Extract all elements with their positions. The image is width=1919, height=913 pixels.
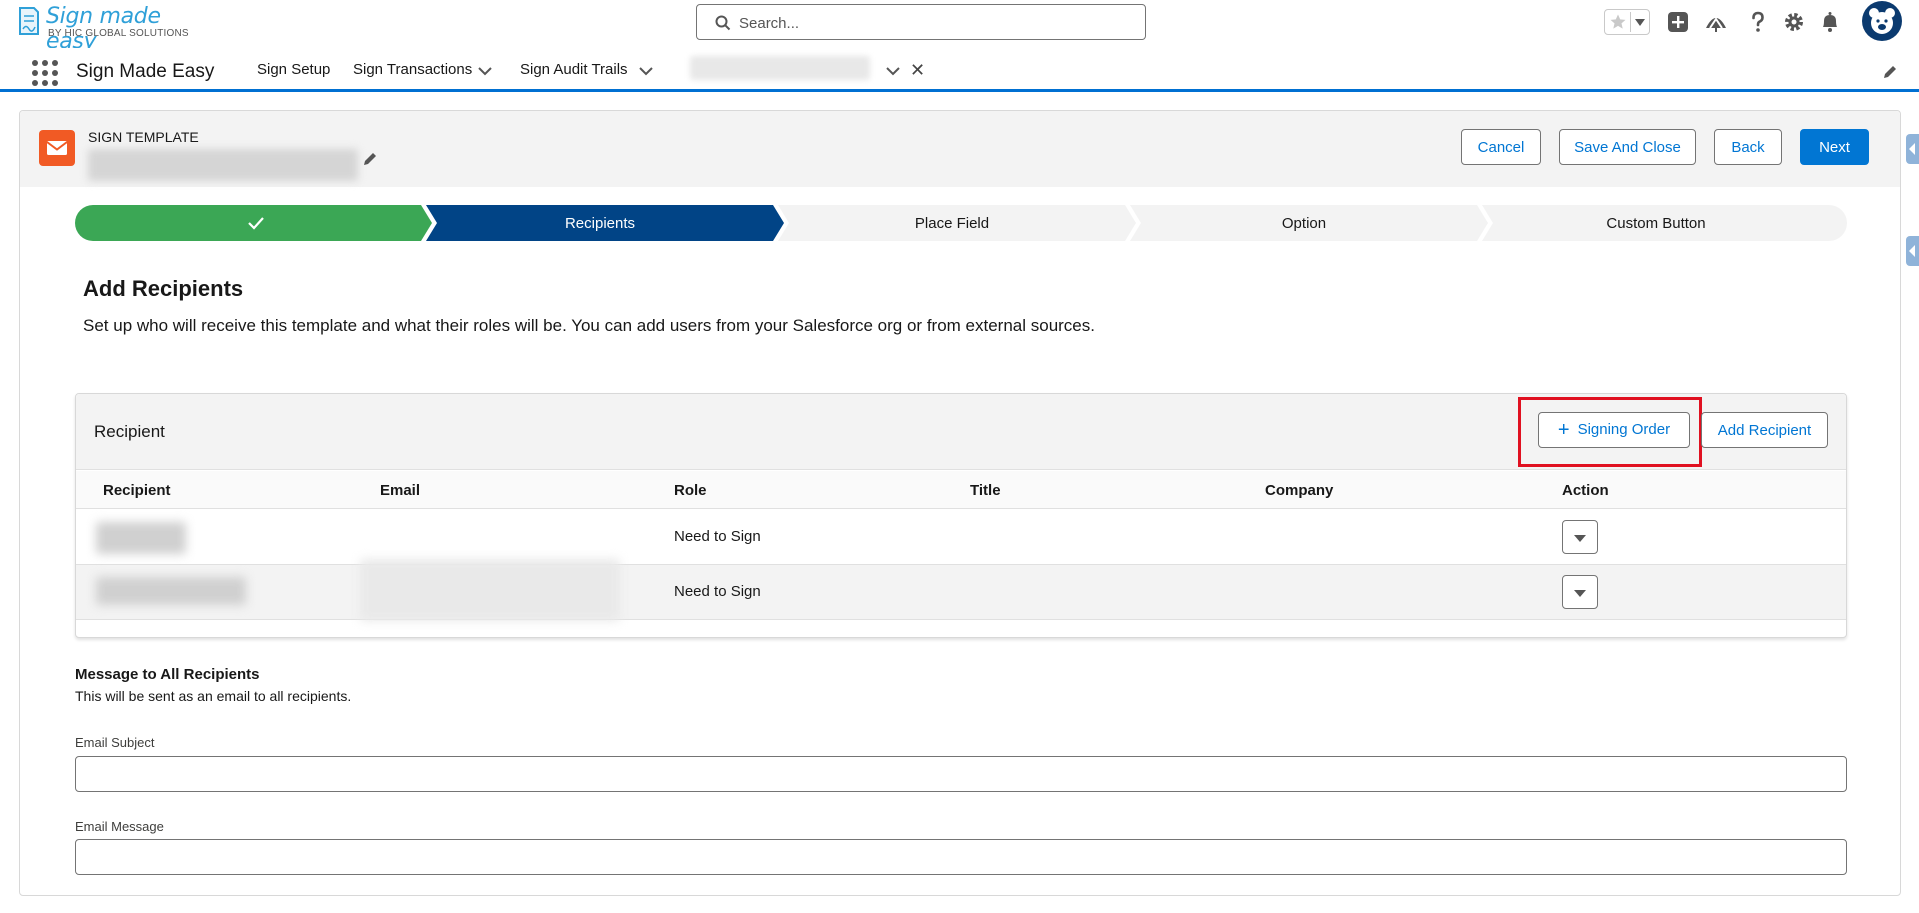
app-name: Sign Made Easy xyxy=(76,61,215,82)
cancel-button[interactable]: Cancel xyxy=(1461,129,1541,165)
record-tab-redacted[interactable] xyxy=(690,56,870,80)
add-recipient-button[interactable]: Add Recipient xyxy=(1701,412,1828,448)
help-icon[interactable] xyxy=(1746,10,1770,34)
path-label-place-field: Place Field xyxy=(914,214,990,232)
email-message-label: Email Message xyxy=(75,819,164,834)
chevron-down-icon[interactable] xyxy=(478,66,492,76)
app-navigation-bar: Sign Made Easy Sign Setup Sign Transacti… xyxy=(0,48,1919,92)
favorites-star-icon[interactable] xyxy=(1609,13,1627,31)
nav-item-sign-audit-trails[interactable]: Sign Audit Trails xyxy=(520,61,628,78)
section-title: Add Recipients xyxy=(83,276,244,301)
document-logo-icon xyxy=(19,7,39,35)
recipient-email-redacted xyxy=(360,559,620,621)
template-label: SIGN TEMPLATE xyxy=(88,129,199,145)
signing-order-button[interactable]: + Signing Order xyxy=(1538,412,1690,448)
column-header-role: Role xyxy=(674,482,707,499)
column-header-email: Email xyxy=(380,482,421,499)
email-template-icon xyxy=(39,130,75,166)
bear-avatar-icon xyxy=(1869,8,1895,34)
search-icon xyxy=(715,15,731,31)
user-avatar[interactable] xyxy=(1862,1,1902,41)
template-card-header: SIGN TEMPLATE Cancel Save And Close Back… xyxy=(20,111,1900,187)
message-section-title: Message to All Recipients xyxy=(75,666,260,683)
global-header: Sign made easy BY HIC GLOBAL SOLUTIONS xyxy=(0,0,1919,54)
table-row: Need to Sign xyxy=(76,559,1846,621)
chevron-down-icon[interactable] xyxy=(886,66,900,76)
recipients-card: Recipient + Signing Order Add Recipient R… xyxy=(75,393,1847,638)
recipients-card-header: Recipient + Signing Order Add Recipient xyxy=(76,394,1846,470)
recipient-role: Need to Sign xyxy=(674,528,761,545)
recipient-name-redacted xyxy=(96,522,186,554)
add-icon[interactable] xyxy=(1666,10,1690,34)
app-launcher-icon[interactable] xyxy=(32,60,58,86)
chevron-down-icon xyxy=(1574,535,1586,542)
row-action-menu-button[interactable] xyxy=(1562,520,1598,554)
nav-item-sign-setup[interactable]: Sign Setup xyxy=(257,61,330,78)
edit-nav-pencil-icon[interactable] xyxy=(1882,64,1898,80)
recipients-card-title: Recipient xyxy=(94,422,165,441)
close-tab-icon[interactable]: ✕ xyxy=(910,61,925,79)
side-panel-expand-tab[interactable] xyxy=(1906,134,1919,164)
path-label-option: Option xyxy=(1281,214,1327,232)
side-panel-expand-tab[interactable] xyxy=(1906,236,1919,266)
favorites-menu-caret-icon[interactable] xyxy=(1635,19,1645,26)
logo-subtitle: BY HIC GLOBAL SOLUTIONS xyxy=(48,28,189,39)
chevron-down-icon xyxy=(1574,590,1586,597)
recipient-name-redacted xyxy=(96,577,246,605)
column-header-recipient: Recipient xyxy=(103,482,171,499)
recipients-table-header: Recipient Email Role Title Company Actio… xyxy=(76,471,1846,509)
edit-pencil-icon[interactable] xyxy=(362,151,378,167)
chevron-down-icon[interactable] xyxy=(639,66,653,76)
email-subject-input[interactable] xyxy=(75,756,1847,792)
section-description: Set up who will receive this template an… xyxy=(83,316,1095,335)
trailhead-icon[interactable] xyxy=(1704,10,1728,34)
column-header-title: Title xyxy=(970,482,1001,499)
search-input[interactable] xyxy=(739,11,1129,35)
plus-icon: + xyxy=(1557,418,1570,441)
path-label-custom-button: Custom Button xyxy=(1606,214,1706,232)
template-card: SIGN TEMPLATE Cancel Save And Close Back… xyxy=(19,110,1901,896)
save-and-close-button[interactable]: Save And Close xyxy=(1559,129,1696,165)
favorites-group[interactable] xyxy=(1604,9,1650,35)
path-step-complete[interactable] xyxy=(75,205,432,241)
column-header-action: Action xyxy=(1562,482,1609,499)
row-action-menu-button[interactable] xyxy=(1562,575,1598,609)
column-header-company: Company xyxy=(1265,482,1334,499)
settings-gear-icon[interactable] xyxy=(1782,10,1806,34)
nav-item-sign-transactions[interactable]: Sign Transactions xyxy=(353,61,472,78)
message-section-subtitle: This will be sent as an email to all rec… xyxy=(75,688,352,704)
next-button[interactable]: Next xyxy=(1800,129,1869,165)
signing-order-label: Signing Order xyxy=(1577,420,1671,438)
table-row: Need to Sign xyxy=(76,510,1846,565)
global-search[interactable] xyxy=(696,4,1146,40)
notifications-bell-icon[interactable] xyxy=(1818,10,1842,34)
path-label-recipients: Recipients xyxy=(564,214,636,232)
app-logo[interactable]: Sign made easy BY HIC GLOBAL SOLUTIONS xyxy=(18,4,208,54)
template-name-redacted xyxy=(88,149,358,181)
recipient-role: Need to Sign xyxy=(674,583,761,600)
back-button[interactable]: Back xyxy=(1714,129,1782,165)
email-subject-label: Email Subject xyxy=(75,735,155,750)
favorites-divider xyxy=(1630,12,1631,32)
email-message-input[interactable] xyxy=(75,839,1847,875)
